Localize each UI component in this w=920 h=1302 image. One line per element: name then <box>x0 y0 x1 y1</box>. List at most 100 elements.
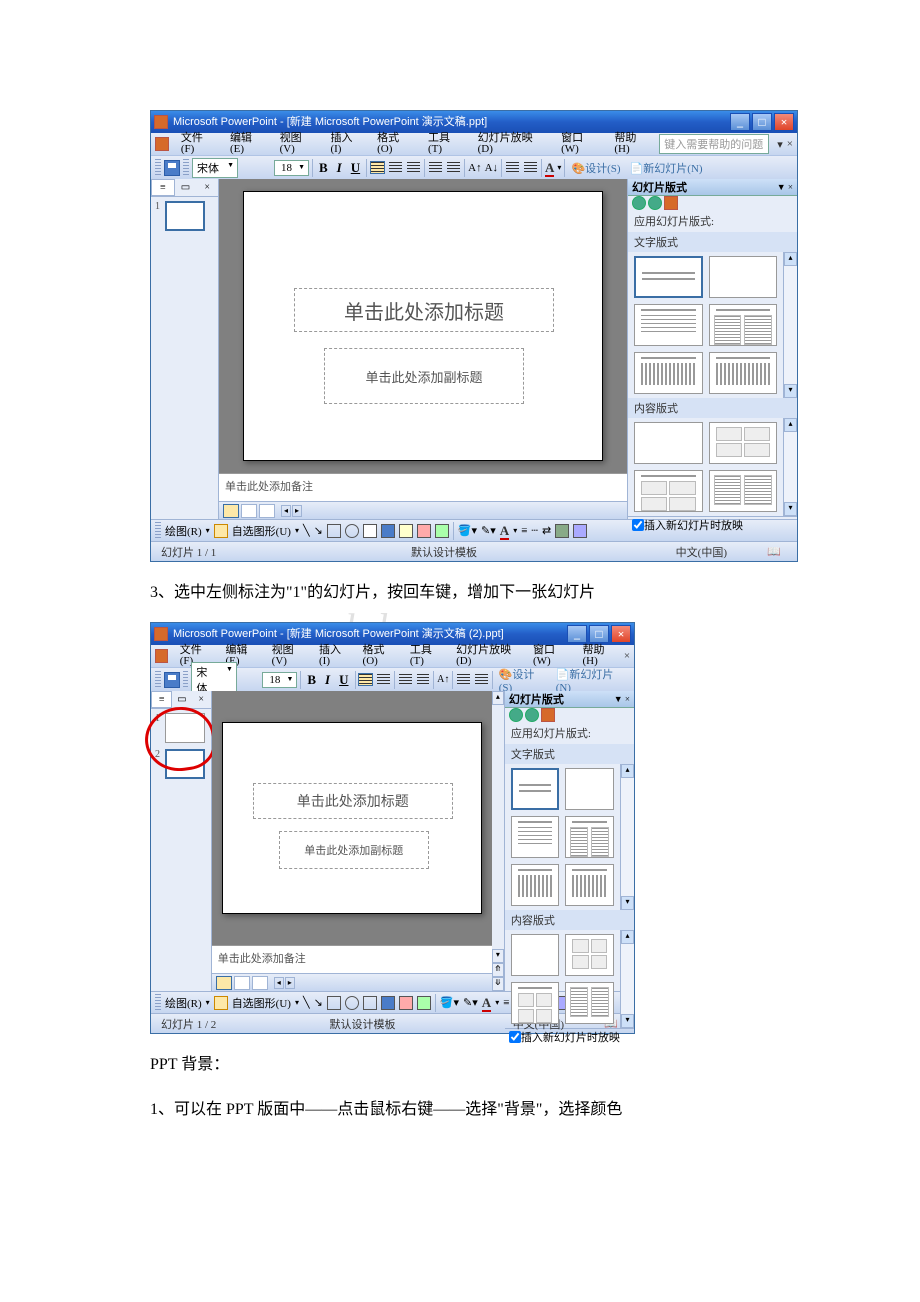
maximize-button[interactable]: □ <box>752 113 772 131</box>
new-slide-button[interactable]: 📄新幻灯片(N) <box>553 666 630 694</box>
italic-button[interactable]: I <box>334 160 345 176</box>
line-style-icon[interactable]: ≡ <box>521 525 527 537</box>
layout-blank[interactable] <box>709 256 778 298</box>
line-color-icon[interactable]: ✎▾ <box>481 524 496 537</box>
rectangle-tool-icon[interactable] <box>327 996 341 1010</box>
new-slide-button[interactable]: 📄新幻灯片(N) <box>627 160 706 176</box>
layout-content-blank[interactable] <box>511 934 560 976</box>
normal-view-button[interactable] <box>223 504 239 518</box>
slideshow-view-button[interactable] <box>252 976 268 990</box>
bulleted-list-button[interactable] <box>446 161 461 174</box>
menu-format[interactable]: 格式(O) <box>357 642 402 670</box>
3d-icon[interactable] <box>573 524 587 538</box>
underline-button[interactable]: U <box>336 672 351 688</box>
maximize-button[interactable]: □ <box>589 625 609 643</box>
layout-title[interactable] <box>634 256 703 298</box>
title-placeholder[interactable]: 单击此处添加标题 <box>294 288 554 332</box>
oval-tool-icon[interactable] <box>345 524 359 538</box>
scroll-right-icon[interactable]: ▸ <box>292 505 302 517</box>
outline-tab[interactable]: ≡ <box>151 691 172 708</box>
notes-pane[interactable]: 单击此处添加备注 <box>219 473 627 501</box>
home-icon[interactable] <box>664 196 678 210</box>
numbered-list-button[interactable] <box>428 161 443 174</box>
select-arrow-icon[interactable] <box>214 996 228 1010</box>
design-button[interactable]: 🎨设计(S) <box>568 160 623 176</box>
doc-close-icon[interactable]: × <box>787 138 793 151</box>
slides-tab[interactable]: ▭ <box>172 691 191 708</box>
outline-tab[interactable]: ≡ <box>151 179 175 196</box>
scroll-up-icon[interactable]: ▴ <box>492 691 504 705</box>
align-left-button[interactable] <box>358 673 373 686</box>
layout-vertical-bars-2[interactable] <box>709 352 778 394</box>
textbox-tool-icon[interactable] <box>363 524 377 538</box>
align-left-button[interactable] <box>370 161 385 174</box>
font-selector[interactable]: 宋体 <box>192 158 238 178</box>
align-center-button[interactable] <box>376 673 391 686</box>
sorter-view-button[interactable] <box>241 504 257 518</box>
italic-button[interactable]: I <box>322 672 333 688</box>
menu-tools[interactable]: 工具(T) <box>422 130 470 158</box>
decrease-indent-button[interactable] <box>456 673 471 686</box>
layout-scrollbar-2[interactable]: ▴▾ <box>620 930 634 1028</box>
title-placeholder[interactable]: 单击此处添加标题 <box>253 783 453 819</box>
save-button[interactable] <box>164 160 180 176</box>
decrease-indent-button[interactable] <box>505 161 520 174</box>
close-button[interactable]: × <box>611 625 631 643</box>
thumbnail-1[interactable]: 1 <box>155 713 207 743</box>
wordart-tool-icon[interactable] <box>381 524 395 538</box>
draw-menu[interactable]: 绘图(R) <box>165 523 202 539</box>
wordart-tool-icon[interactable] <box>381 996 395 1010</box>
scroll-left-icon[interactable]: ◂ <box>281 505 291 517</box>
arrow-tool-icon[interactable]: ↘ <box>314 996 323 1009</box>
increase-indent-button[interactable] <box>523 161 538 174</box>
next-slide-icon[interactable]: ⤋ <box>492 977 504 991</box>
clipart-tool-icon[interactable] <box>399 996 413 1010</box>
prev-slide-icon[interactable]: ⤊ <box>492 963 504 977</box>
bold-button[interactable]: B <box>316 160 331 176</box>
taskpane-dropdown-icon[interactable]: ▼ × <box>614 694 630 704</box>
bold-button[interactable]: B <box>304 672 319 688</box>
design-button[interactable]: 🎨设计(S) <box>496 666 550 694</box>
text-color-icon[interactable]: A <box>500 523 509 539</box>
layout-vertical-bars[interactable] <box>511 864 560 906</box>
menu-view[interactable]: 视图(V) <box>274 130 323 158</box>
menu-insert[interactable]: 插入(I) <box>324 130 369 158</box>
menu-file[interactable]: 文件(F) <box>175 130 222 158</box>
pane-close-icon[interactable]: × <box>192 691 211 708</box>
save-button[interactable] <box>164 672 180 688</box>
sorter-view-button[interactable] <box>234 976 250 990</box>
normal-view-button[interactable] <box>216 976 232 990</box>
increase-font-button[interactable]: A↑ <box>437 674 449 685</box>
textbox-tool-icon[interactable] <box>363 996 377 1010</box>
subtitle-placeholder[interactable]: 单击此处添加副标题 <box>279 831 429 869</box>
doc-dropdown-icon[interactable]: ▾ <box>777 138 783 151</box>
thumbnail-2[interactable]: 2 <box>155 749 207 779</box>
home-icon[interactable] <box>541 708 555 722</box>
scroll-left-icon[interactable]: ◂ <box>274 977 284 989</box>
layout-scrollbar-2[interactable]: ▴▾ <box>783 418 797 516</box>
layout-content-icons[interactable] <box>565 934 614 976</box>
underline-button[interactable]: U <box>348 160 363 176</box>
doc-close-icon[interactable]: × <box>624 650 630 662</box>
autoshapes-menu[interactable]: 自选图形(U) <box>232 995 291 1011</box>
menu-view[interactable]: 视图(V) <box>266 642 311 670</box>
menu-format[interactable]: 格式(O) <box>371 130 420 158</box>
close-button[interactable]: × <box>774 113 794 131</box>
minimize-button[interactable]: _ <box>567 625 587 643</box>
layout-content-4[interactable] <box>709 470 778 512</box>
subtitle-placeholder[interactable]: 单击此处添加副标题 <box>324 348 524 404</box>
align-right-button[interactable] <box>406 161 421 174</box>
slide-canvas[interactable]: 单击此处添加标题 单击此处添加副标题 <box>243 191 603 461</box>
layout-content-blank[interactable] <box>634 422 703 464</box>
layout-content-4[interactable] <box>565 982 614 1024</box>
menu-slideshow[interactable]: 幻灯片放映(D) <box>472 130 554 158</box>
status-spelling-icon[interactable]: 📖 <box>767 545 787 558</box>
layout-vertical-bars-2[interactable] <box>565 864 614 906</box>
dash-style-icon[interactable]: ┄ <box>531 524 538 537</box>
minimize-button[interactable]: _ <box>730 113 750 131</box>
font-color-button[interactable]: A <box>545 160 554 176</box>
layout-content-3[interactable] <box>634 470 703 512</box>
diagram-tool-icon[interactable] <box>399 524 413 538</box>
slideshow-view-button[interactable] <box>259 504 275 518</box>
taskpane-dropdown-icon[interactable]: ▼ × <box>777 182 793 192</box>
